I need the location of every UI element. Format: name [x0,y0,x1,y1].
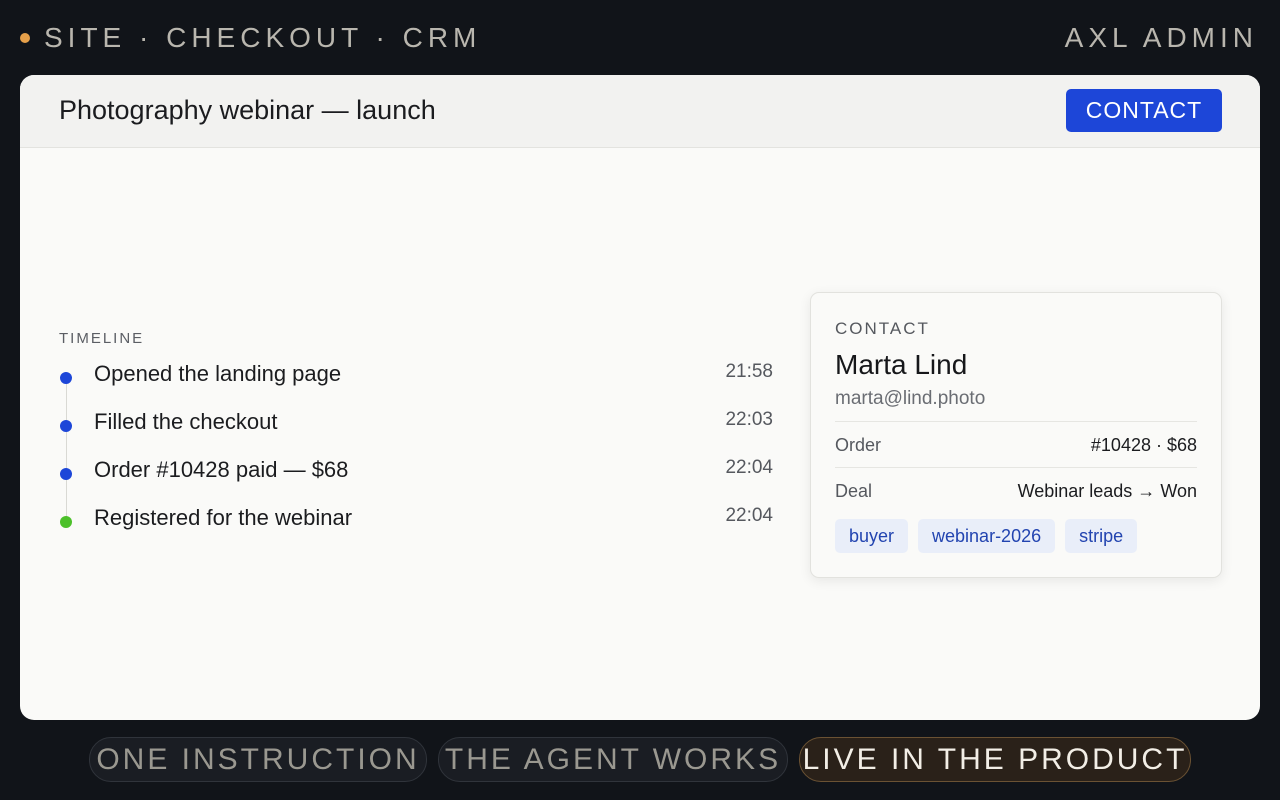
contact-card: CONTACT Marta Lind marta@lind.photo Orde… [810,292,1222,578]
timeline-dot-icon [60,372,72,384]
deal-label: Deal [835,481,873,501]
tag-webinar[interactable]: webinar-2026 [918,519,1056,553]
step-pill-agent-works: THE AGENT WORKS [438,737,788,782]
deal-row: Deal Webinar leads → Won [835,467,1197,514]
page-title: Photography webinar — launch [59,95,436,125]
card-header: Photography webinar — launch CONTACT [20,75,1260,148]
contact-name: Marta Lind [835,349,968,380]
timeline-item-time: 22:04 [725,505,773,526]
contact-button[interactable]: CONTACT [1066,89,1222,132]
timeline-item-time: 21:58 [725,361,773,382]
order-row: Order #10428 · $68 [835,421,1197,468]
status-dot-icon [20,33,30,43]
main-card: Photography webinar — launch CONTACT TIM… [20,75,1260,720]
timeline-dot-icon [60,420,72,432]
step-pill-instruction: ONE INSTRUCTION [89,737,427,782]
brand-label: SITE · CHECKOUT · CRM [44,22,482,53]
tag-list: buyer webinar-2026 stripe [835,519,1147,553]
timeline-item-time: 22:03 [725,409,773,430]
timeline-item-time: 22:04 [725,457,773,478]
timeline-item-text: Order #10428 paid — $68 [94,457,349,482]
timeline-label: TIMELINE [59,330,145,347]
step-pill-live: LIVE IN THE PRODUCT [799,737,1191,782]
step-pills: ONE INSTRUCTION THE AGENT WORKS LIVE IN … [89,737,1202,782]
timeline-item-text: Registered for the webinar [94,505,353,530]
top-bar: SITE · CHECKOUT · CRM AXL ADMIN [0,0,1280,75]
tag-stripe[interactable]: stripe [1065,519,1138,553]
timeline-dot-icon [60,468,72,480]
timeline: TIMELINE Opened the landing page 21:58 F… [59,330,773,559]
order-label: Order [835,435,882,455]
timeline-item-text: Filled the checkout [94,409,278,434]
deal-value: Webinar leads → Won [1017,481,1197,501]
timeline-item: Registered for the webinar 22:04 [59,505,773,559]
timeline-item: Order #10428 paid — $68 22:04 [59,457,773,511]
timeline-item: Filled the checkout 22:03 [59,409,773,463]
timeline-item: Opened the landing page 21:58 [59,361,773,415]
timeline-item-text: Opened the landing page [94,361,342,386]
admin-label: AXL ADMIN [1064,22,1258,53]
timeline-dot-icon [60,516,72,528]
brand: SITE · CHECKOUT · CRM [20,20,481,56]
tag-buyer[interactable]: buyer [835,519,909,553]
contact-email: marta@lind.photo [835,388,986,409]
timeline-list: Opened the landing page 21:58 Filled the… [59,361,773,559]
contact-card-label: CONTACT [835,319,930,338]
order-value: #10428 · $68 [1090,435,1197,455]
